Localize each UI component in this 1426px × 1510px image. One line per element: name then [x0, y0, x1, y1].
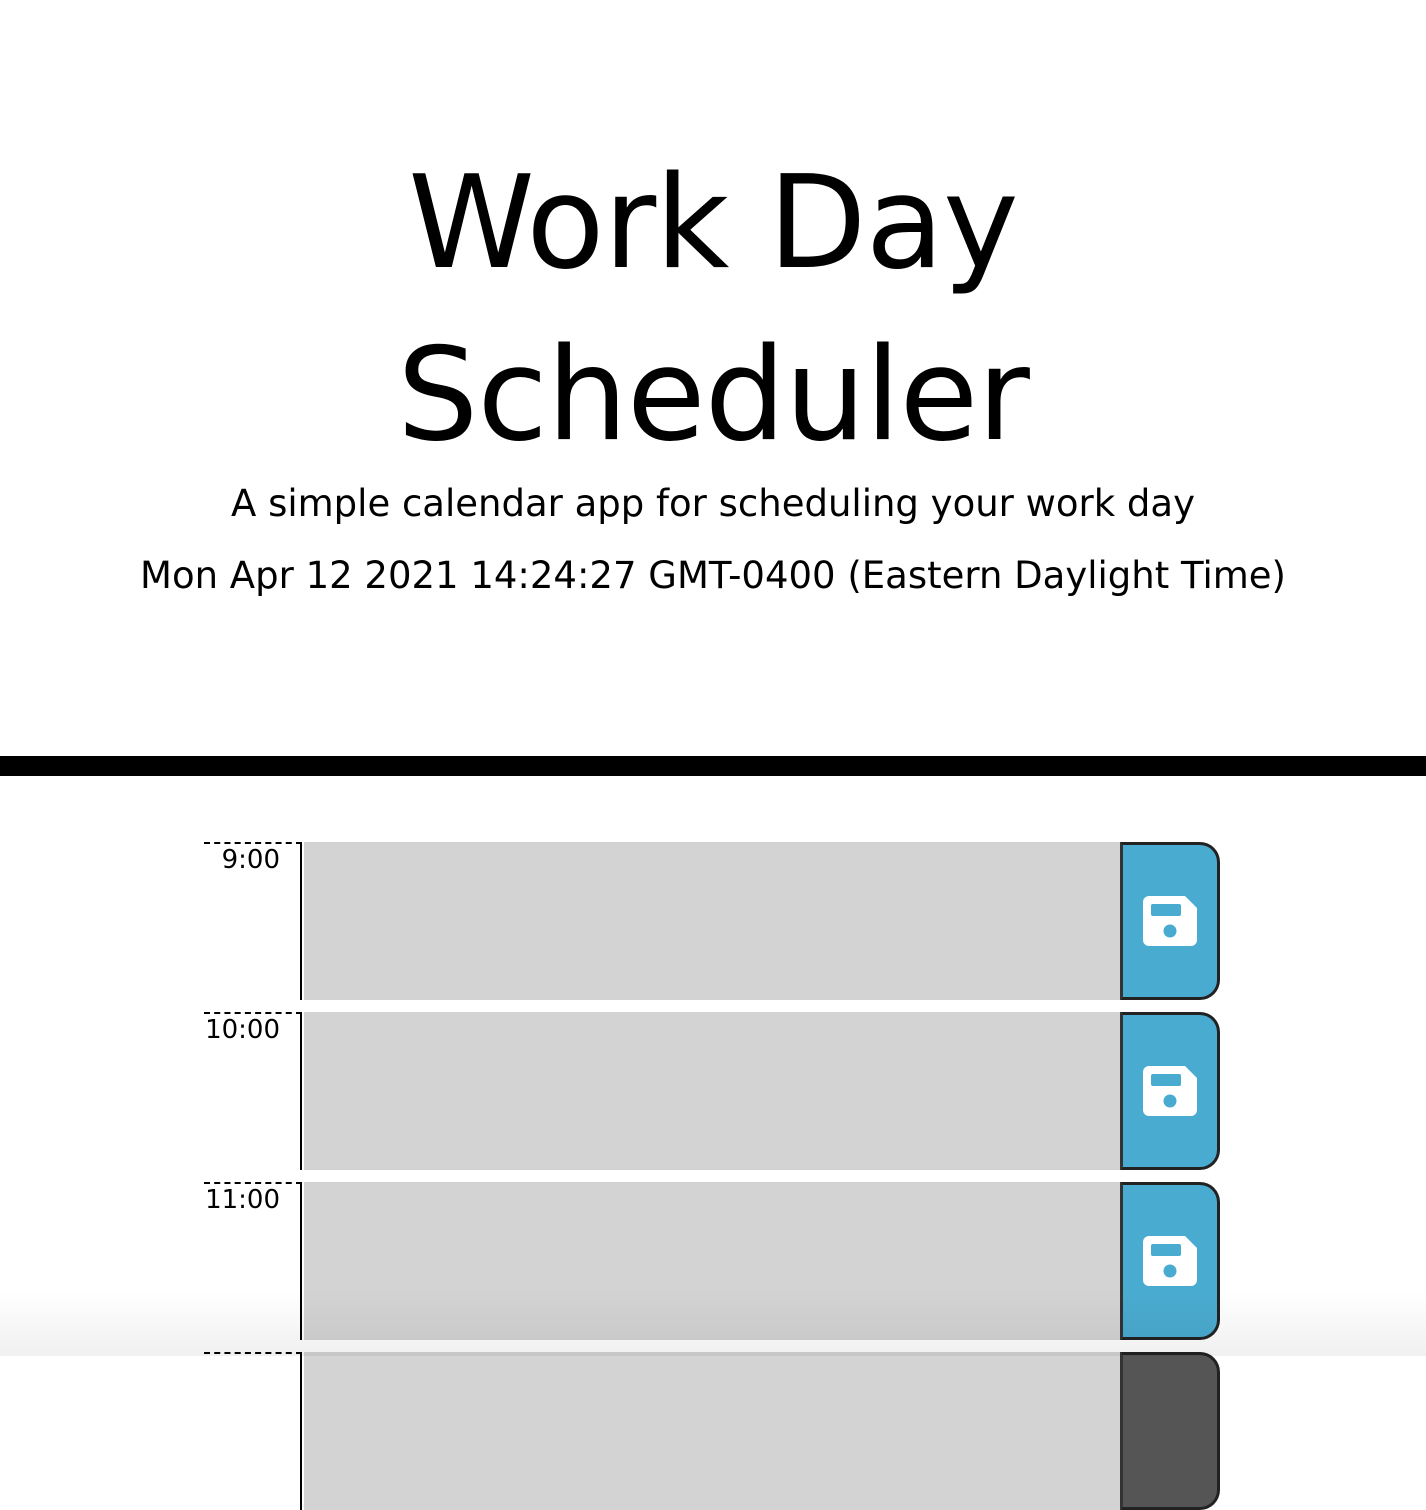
save-button[interactable] — [1120, 842, 1220, 1000]
floppy-disk-icon — [1143, 1236, 1197, 1286]
hour-label: 9:00 — [204, 842, 302, 1000]
time-block — [204, 1352, 1220, 1510]
time-block: 9:00 — [204, 842, 1220, 1000]
event-description-input[interactable] — [304, 1182, 1120, 1340]
page-title-line-2: Scheduler — [397, 321, 1030, 470]
header: Work Day Scheduler A simple calendar app… — [0, 0, 1426, 756]
save-button[interactable] — [1120, 1182, 1220, 1340]
floppy-disk-icon — [1143, 1066, 1197, 1116]
header-divider — [0, 756, 1426, 776]
page-title-line-1: Work Day — [408, 149, 1019, 298]
event-description-input[interactable] — [304, 842, 1120, 1000]
time-block: 11:00 — [204, 1182, 1220, 1340]
hour-label — [204, 1352, 302, 1510]
event-description-input[interactable] — [304, 1012, 1120, 1170]
save-button[interactable] — [1120, 1012, 1220, 1170]
event-description-input[interactable] — [304, 1352, 1120, 1510]
page-subtitle: A simple calendar app for scheduling you… — [231, 482, 1195, 525]
current-day: Mon Apr 12 2021 14:24:27 GMT-0400 (Easte… — [140, 554, 1286, 597]
hour-label: 11:00 — [204, 1182, 302, 1340]
page-title: Work Day Scheduler — [0, 138, 1426, 482]
floppy-disk-icon — [1143, 896, 1197, 946]
time-block-list: 9:00 10:00 11:00 — [0, 842, 1426, 1510]
save-button[interactable] — [1120, 1352, 1220, 1510]
hour-label: 10:00 — [204, 1012, 302, 1170]
time-block: 10:00 — [204, 1012, 1220, 1170]
